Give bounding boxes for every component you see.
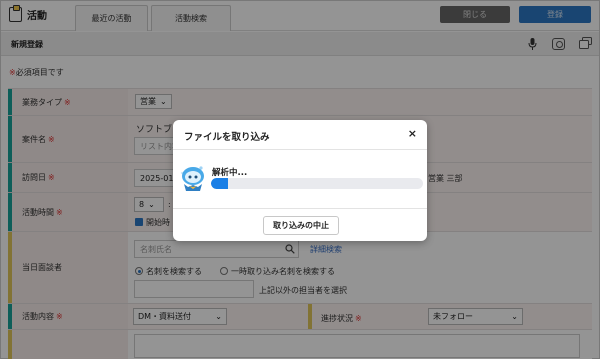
dialog-footer: 取り込みの中止 [173, 208, 427, 241]
dialog-title: ファイルを取り込み [184, 132, 270, 143]
robot-icon [180, 166, 204, 191]
import-file-dialog: ファイルを取り込み × 解析中... 取り込みの中止 [173, 120, 427, 241]
dialog-body: 解析中... [173, 150, 427, 208]
close-icon[interactable]: × [408, 127, 417, 140]
import-progress-fill [211, 178, 228, 189]
cancel-import-button[interactable]: 取り込みの中止 [263, 216, 339, 235]
analyzing-status: 解析中... [212, 168, 248, 178]
import-progress-bar [211, 178, 423, 189]
dialog-header: ファイルを取り込み × [173, 120, 427, 150]
